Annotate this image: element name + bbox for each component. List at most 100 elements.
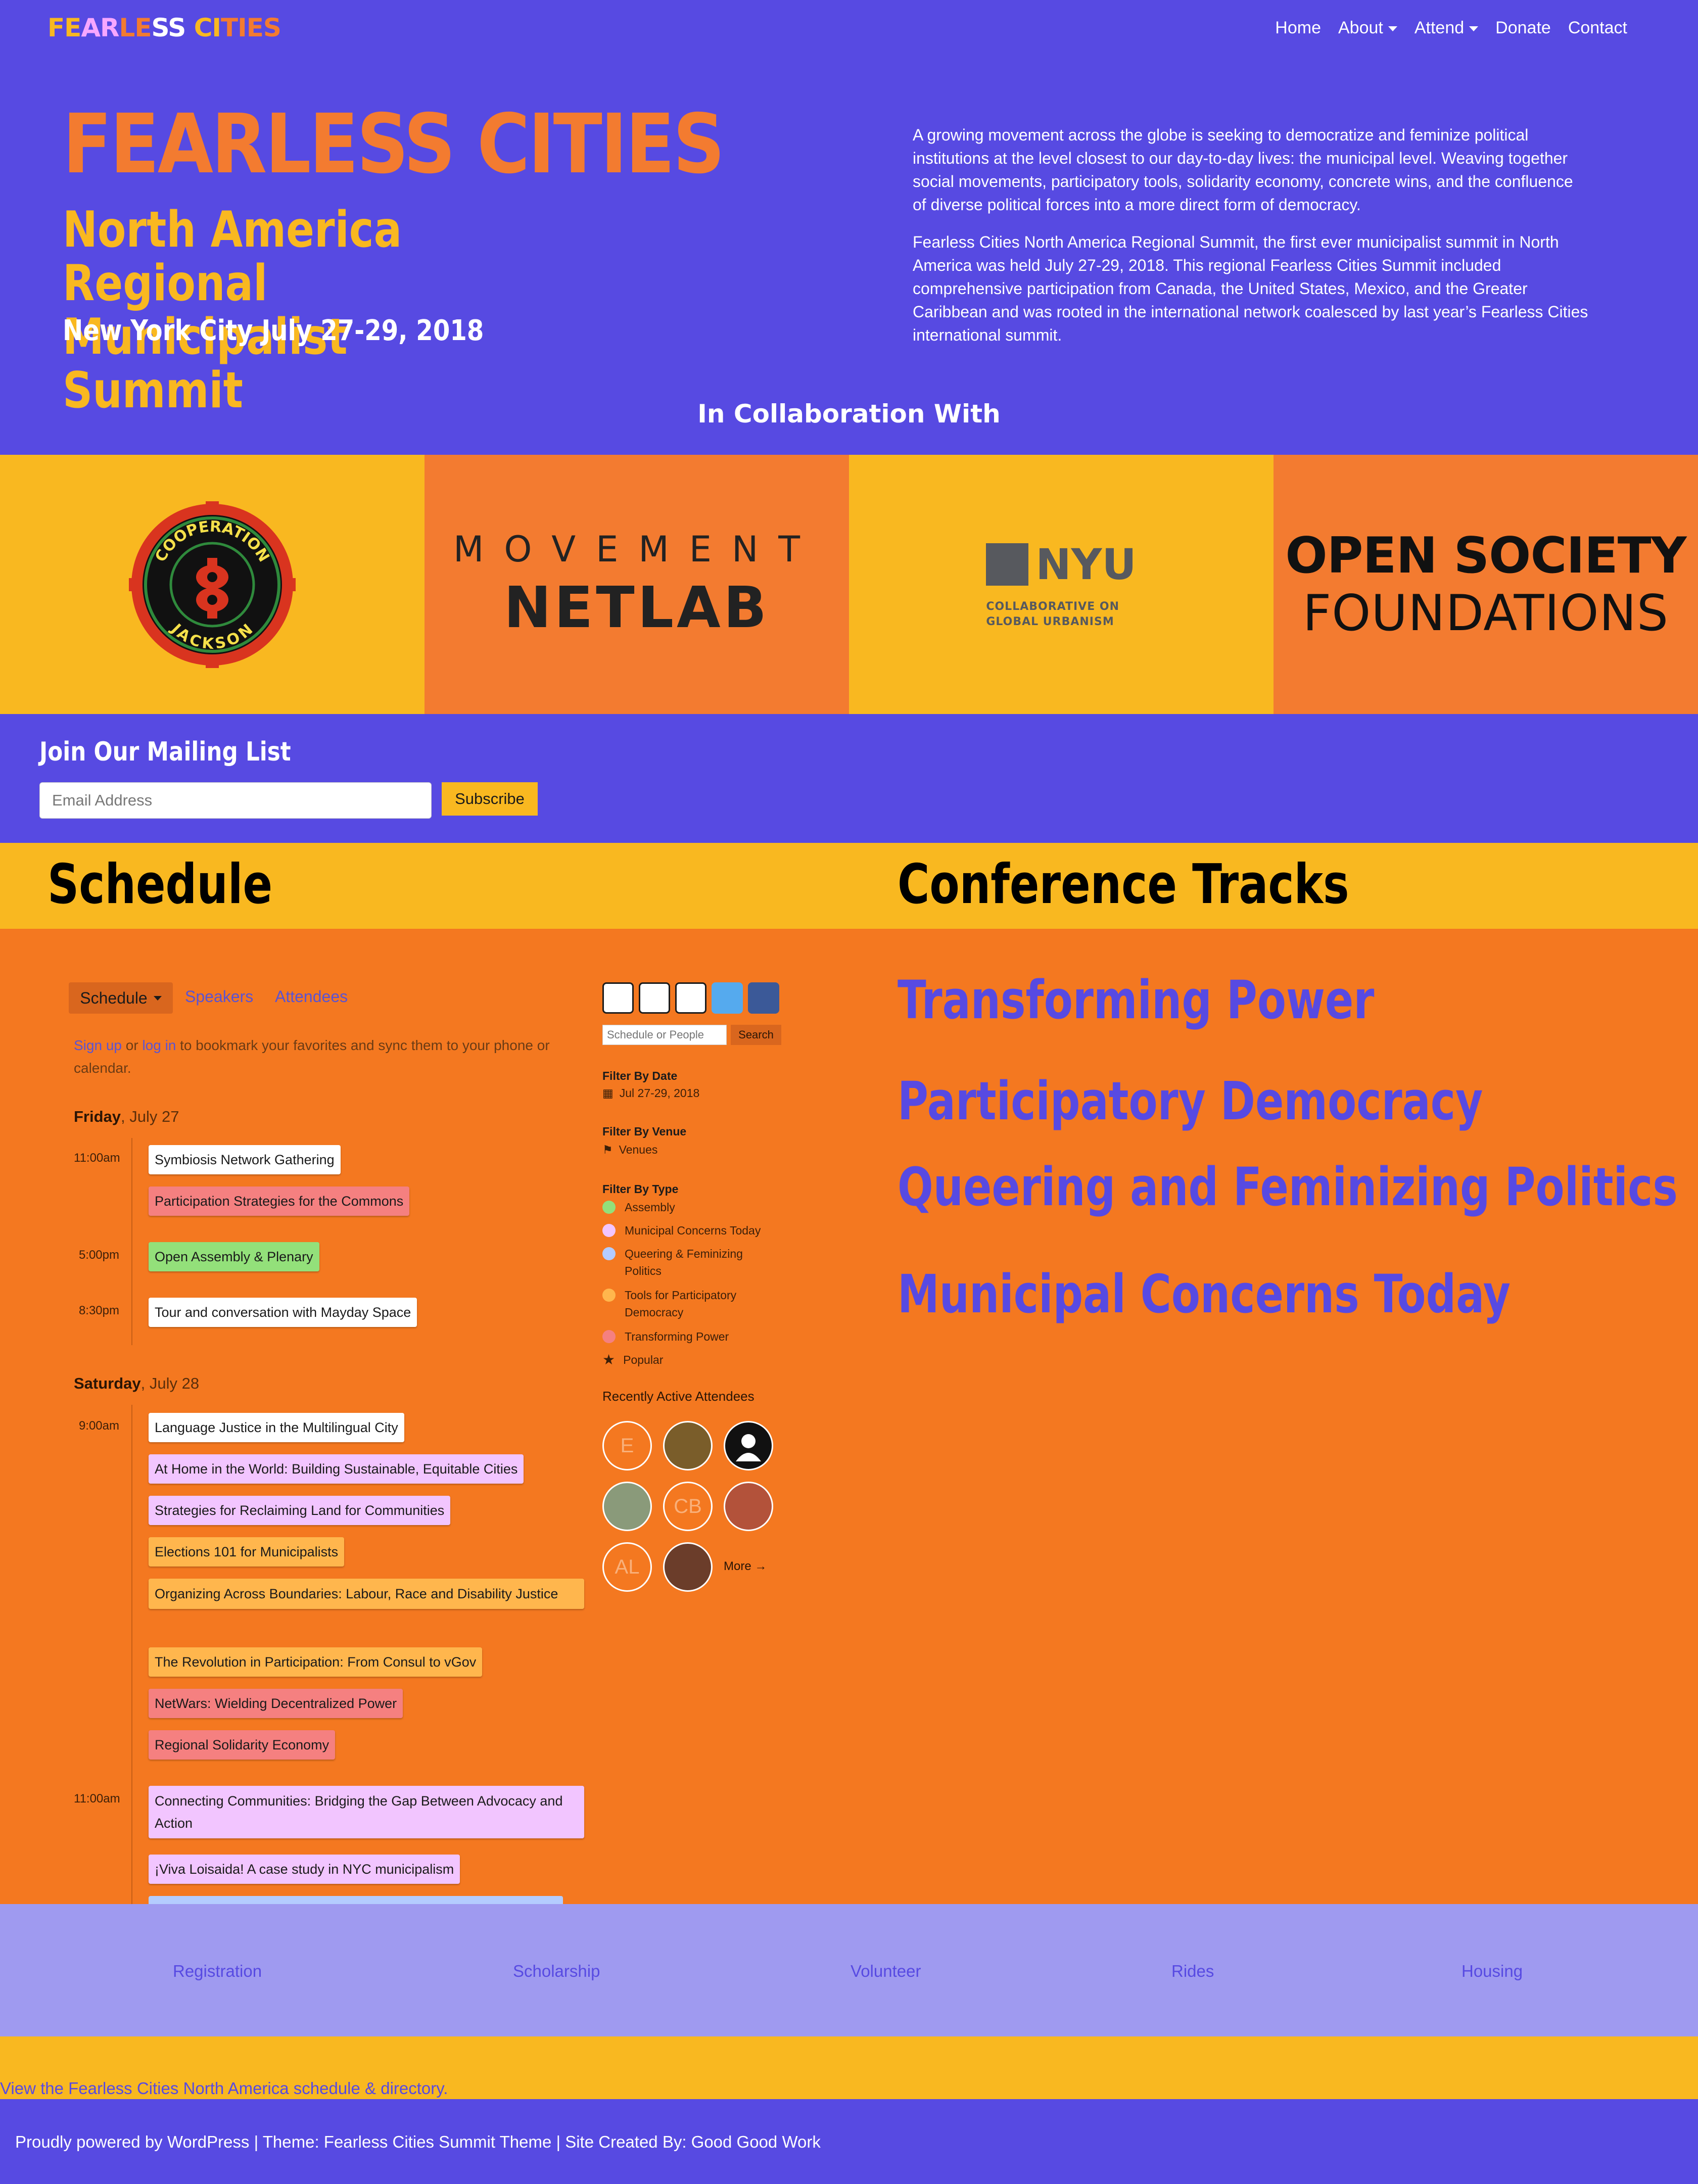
footer-credits: Proudly powered by WordPress | Theme: Fe… — [15, 2132, 821, 2151]
event-item[interactable]: Connecting Communities: Bridging the Gap… — [149, 1786, 584, 1838]
chevron-down-icon — [153, 995, 162, 1001]
avatar[interactable] — [724, 1421, 773, 1470]
event-item[interactable]: Organizing Across Boundaries: Labour, Ra… — [149, 1579, 584, 1609]
tab-attendees[interactable]: Attendees — [275, 987, 348, 1006]
torch-icon — [986, 543, 1029, 586]
subscribe-button[interactable]: Subscribe — [442, 782, 538, 816]
partner-nyu[interactable]: NYU COLLABORATIVE ON GLOBAL URBANISM — [849, 455, 1274, 714]
filter-type-popular[interactable]: ★ Popular — [602, 1351, 784, 1368]
track-link[interactable]: Transforming Power — [898, 969, 1374, 1031]
signup-link[interactable]: Sign up — [74, 1037, 122, 1053]
timeline-line — [131, 1405, 132, 1904]
event-item[interactable]: Participation Strategies for the Commons — [149, 1186, 410, 1216]
event-item[interactable]: ¡Viva Loisaida! A case study in NYC muni… — [149, 1855, 460, 1884]
more-attendees-link[interactable]: More → — [724, 1559, 767, 1574]
tab-speakers[interactable]: Speakers — [185, 987, 253, 1006]
view-schedule-link[interactable]: View the Fearless Cities North America s… — [0, 2079, 448, 2098]
mailing-heading: Join Our Mailing List — [39, 737, 291, 767]
avatar[interactable]: E — [602, 1421, 652, 1470]
nav-about[interactable]: About — [1338, 18, 1397, 38]
timeline-line — [131, 1138, 132, 1345]
event-item[interactable]: At Home in the World: Building Sustainab… — [149, 1454, 524, 1484]
tracks-heading: Conference Tracks — [898, 853, 1349, 916]
avatar[interactable] — [663, 1421, 713, 1470]
transforming-dot-icon — [602, 1330, 616, 1343]
filter-date-heading: Filter By Date — [602, 1069, 678, 1082]
track-link[interactable]: Queering and Feminizing Politics — [898, 1156, 1678, 1218]
rides-link[interactable]: Rides — [1171, 1962, 1214, 1981]
event-item[interactable]: Language Justice in the Multilingual Cit… — [149, 1413, 404, 1442]
avatar[interactable] — [724, 1482, 773, 1531]
registration-link[interactable]: Registration — [173, 1962, 262, 1981]
queering-dot-icon — [602, 1247, 616, 1260]
time-label: 8:30pm — [78, 1304, 119, 1317]
partner-movement-netlab[interactable]: MOVEMENT NETLAB — [424, 455, 849, 714]
movement-netlab-logo: MOVEMENT NETLAB — [453, 528, 821, 641]
hero-description: A growing movement across the globe is s… — [913, 123, 1590, 361]
hero-subtitle: North America Regional Municipalist Summ… — [63, 201, 402, 419]
day-heading: Friday, July 27 — [74, 1108, 179, 1125]
email-field[interactable] — [39, 782, 432, 819]
time-label: 5:00pm — [78, 1248, 119, 1262]
tab-schedule[interactable]: Schedule — [69, 982, 173, 1014]
tools-dot-icon — [602, 1289, 616, 1302]
housing-link[interactable]: Housing — [1461, 1962, 1523, 1981]
event-item[interactable]: Symbiosis Network Gathering — [149, 1145, 341, 1174]
chevron-down-icon — [1469, 26, 1479, 32]
time-label: 11:00am — [74, 1151, 120, 1165]
filter-venue[interactable]: ⚑ Venues — [602, 1141, 784, 1158]
day-heading: Saturday, July 28 — [74, 1374, 200, 1392]
twitter-icon[interactable] — [712, 982, 743, 1014]
login-link[interactable]: log in — [142, 1037, 176, 1053]
nav-donate[interactable]: Donate — [1495, 18, 1551, 38]
event-item[interactable]: Open Assembly & Plenary — [149, 1242, 319, 1271]
avatar[interactable]: CB — [663, 1482, 713, 1531]
email-icon[interactable] — [675, 982, 706, 1014]
partner-open-society[interactable]: OPEN SOCIETY FOUNDATIONS — [1274, 455, 1698, 714]
filter-type-queering[interactable]: Queering & Feminizing Politics — [602, 1245, 754, 1279]
schedule-search-input[interactable] — [602, 1025, 727, 1045]
tablet-icon[interactable] — [602, 982, 634, 1014]
event-item[interactable]: Regional Solidarity Economy — [149, 1730, 336, 1760]
partner-cooperation-jackson[interactable]: COOPERATION JACKSON — [0, 455, 424, 714]
avatar[interactable] — [602, 1482, 652, 1531]
signpost-icon: ⚑ — [602, 1143, 613, 1156]
event-item[interactable] — [149, 1896, 563, 1904]
filter-type-transforming[interactable]: Transforming Power — [602, 1328, 784, 1345]
event-item[interactable]: Strategies for Reclaiming Land for Commu… — [149, 1496, 451, 1525]
site-logo[interactable]: FEARLESS CITIES — [48, 13, 281, 42]
time-label: 9:00am — [78, 1419, 119, 1433]
event-item[interactable]: Tour and conversation with Mayday Space — [149, 1298, 417, 1327]
user-silhouette-icon — [736, 1434, 761, 1461]
avatar[interactable] — [663, 1542, 713, 1592]
print-icon[interactable] — [639, 982, 670, 1014]
event-item[interactable]: The Revolution in Participation: From Co… — [149, 1647, 483, 1677]
scholarship-link[interactable]: Scholarship — [513, 1962, 600, 1981]
schedule-heading: Schedule — [48, 853, 273, 916]
nav-contact[interactable]: Contact — [1568, 18, 1627, 38]
filter-date[interactable]: ▦ Jul 27-29, 2018 — [602, 1084, 784, 1102]
event-item[interactable]: Elections 101 for Municipalists — [149, 1537, 345, 1566]
filter-venue-heading: Filter By Venue — [602, 1125, 687, 1138]
hero-date: New York City July 27-29, 2018 — [63, 314, 484, 347]
filter-type-tools[interactable]: Tools for Participatory Democracy — [602, 1287, 754, 1321]
track-link[interactable]: Municipal Concerns Today — [898, 1263, 1511, 1325]
filter-type-assembly[interactable]: Assembly — [602, 1199, 784, 1216]
hero-title: FEARLESS CITIES — [63, 97, 725, 192]
facebook-icon[interactable] — [748, 982, 779, 1014]
calendar-icon: ▦ — [602, 1086, 614, 1100]
open-society-logo: OPEN SOCIETY FOUNDATIONS — [1285, 527, 1686, 642]
nav-attend[interactable]: Attend — [1414, 18, 1479, 38]
recent-attendees-heading: Recently Active Attendees — [602, 1389, 754, 1404]
track-link[interactable]: Participatory Democracy — [898, 1070, 1483, 1132]
avatar[interactable]: AL — [602, 1542, 652, 1592]
event-item[interactable]: NetWars: Wielding Decentralized Power — [149, 1689, 403, 1718]
schedule-search-button[interactable]: Search — [731, 1025, 781, 1045]
time-label: 11:00am — [74, 1792, 120, 1806]
nav-home[interactable]: Home — [1275, 18, 1321, 38]
volunteer-link[interactable]: Volunteer — [851, 1962, 921, 1981]
filter-type-heading: Filter By Type — [602, 1182, 679, 1196]
cooperation-jackson-logo: COOPERATION JACKSON — [129, 501, 296, 668]
filter-type-municipal[interactable]: Municipal Concerns Today — [602, 1222, 784, 1239]
signup-prompt: Sign up or log in to bookmark your favor… — [74, 1037, 550, 1076]
